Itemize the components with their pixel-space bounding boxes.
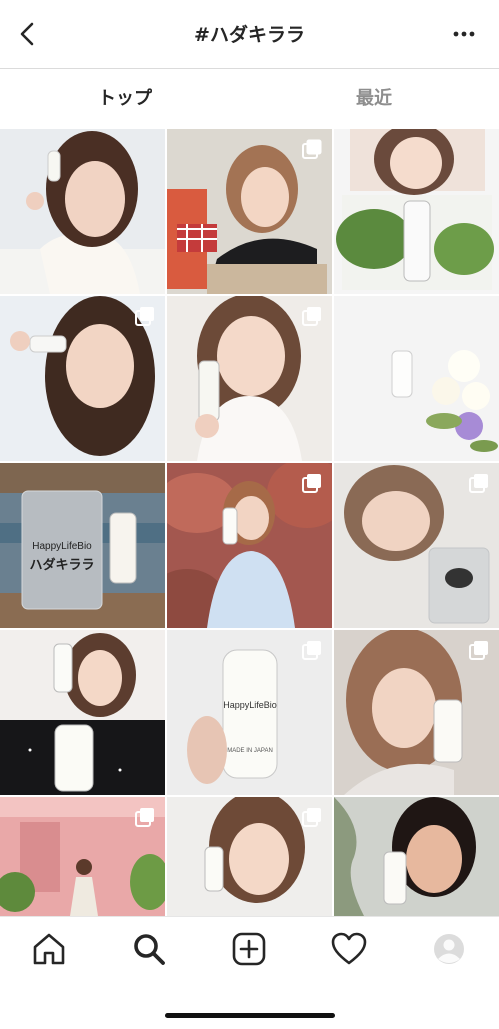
product-name-label: ハダキララ [29,557,94,573]
search-icon[interactable] [129,929,169,969]
heart-icon[interactable] [329,929,369,969]
grid-post-3[interactable] [334,129,499,294]
multiple-photos-icon [302,307,321,326]
grid-post-7[interactable]: HappyLifeBio ハダキララ [0,463,165,628]
grid-post-6[interactable] [334,296,499,461]
tab-recent[interactable]: 最近 [249,69,499,129]
page-title: #ハダキララ [194,24,305,46]
multiple-photos-icon [302,808,321,827]
bottle-brand-label: HappyLifeBio [223,700,277,710]
grid-post-11[interactable]: HappyLifeBio MADE IN JAPAN [167,630,332,795]
grid-post-1[interactable] [0,129,165,294]
grid-post-5[interactable] [167,296,332,461]
multiple-photos-icon [469,474,488,493]
top-header: #ハダキララ [0,0,499,69]
grid-post-14[interactable] [167,797,332,916]
more-options-icon[interactable] [451,22,477,46]
grid-post-10[interactable] [0,630,165,795]
grid-post-2[interactable] [167,129,332,294]
product-brand-label: HappyLifeBio [32,541,92,552]
home-icon[interactable] [29,929,69,969]
post-photo: HappyLifeBio ハダキララ [0,463,165,628]
multiple-photos-icon [302,139,322,159]
post-photo [0,129,165,294]
multiple-photos-icon [135,307,154,326]
multiple-photos-icon [302,641,321,660]
post-photo [334,129,499,294]
grid-post-8[interactable] [167,463,332,628]
add-post-icon[interactable] [229,929,269,969]
post-photo [0,630,165,795]
grid-post-9[interactable] [334,463,499,628]
grid-post-15[interactable] [334,797,499,916]
tab-bar: トップ 最近 [0,69,499,129]
bottle-origin-label: MADE IN JAPAN [227,748,273,754]
multiple-photos-icon [469,641,488,660]
multiple-photos-icon [135,808,154,827]
post-photo [334,296,499,461]
grid-post-4[interactable] [0,296,165,461]
grid-post-13[interactable] [0,797,165,916]
profile-avatar-icon[interactable] [429,929,469,969]
home-indicator [165,1013,335,1018]
tab-top[interactable]: トップ [0,69,250,129]
grid-post-12[interactable] [334,630,499,795]
post-photo [334,797,499,916]
multiple-photos-icon [302,474,321,493]
post-grid: HappyLifeBio ハダキララ HappyLifeBio MADE IN … [0,129,499,916]
